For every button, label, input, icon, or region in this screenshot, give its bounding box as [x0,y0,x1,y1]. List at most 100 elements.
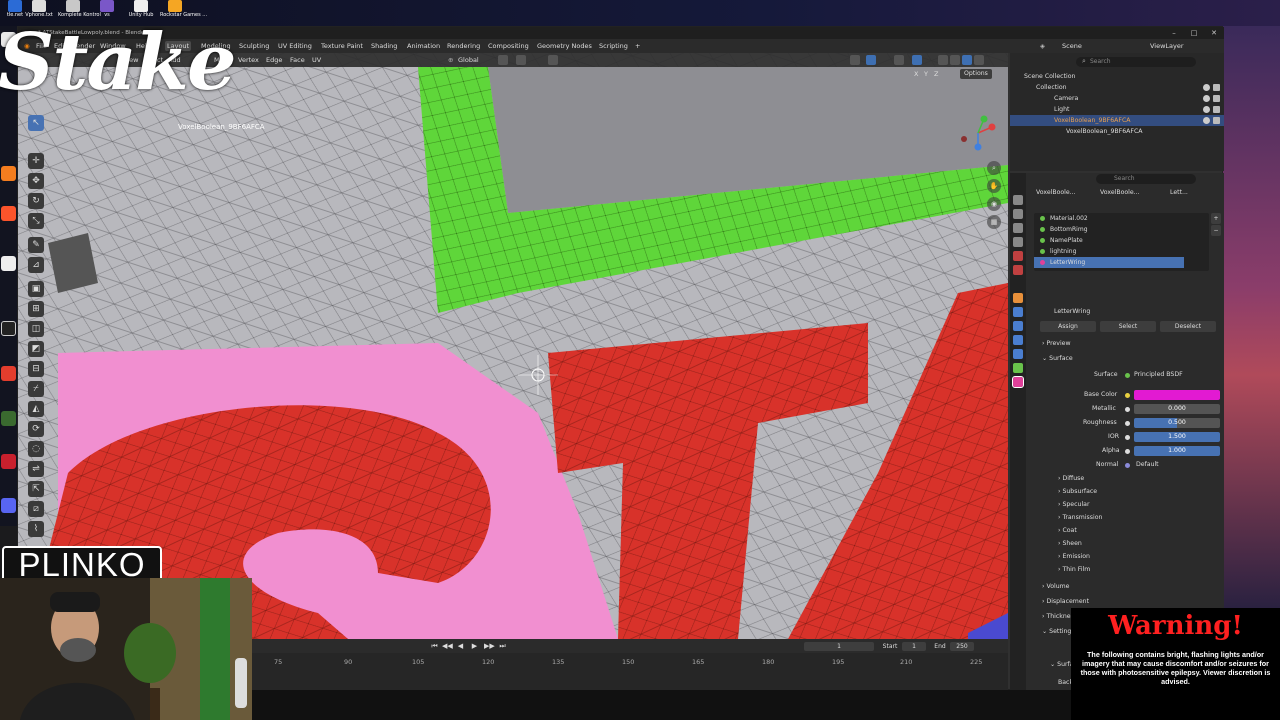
outliner-row-voxelboolean[interactable]: VoxelBoolean_9BF6AFCA [1010,115,1224,126]
edge-slide-tool-icon[interactable]: ⇌ [28,461,44,477]
tab-scripting[interactable]: Scripting [597,41,630,51]
properties-search[interactable]: Search [1096,174,1196,184]
material-slot[interactable]: lightning [1034,246,1184,257]
material-slot[interactable]: Material.002 [1034,213,1184,224]
brave-icon[interactable] [1,206,16,221]
panel-specular[interactable]: › Specular [1058,499,1090,511]
panel-emission[interactable]: › Emission [1058,551,1090,563]
document-icon[interactable] [1,256,16,271]
select-button[interactable]: Select [1100,321,1156,332]
pivot-icon[interactable] [498,55,508,65]
end-frame-field[interactable]: 250 [950,642,974,651]
visibility-icon[interactable] [850,55,860,65]
orientation-dropdown[interactable]: Global [458,55,479,65]
jump-start-icon[interactable]: ⏮ [430,642,439,651]
panel-thin-film[interactable]: › Thin Film [1058,564,1090,576]
tab-geometry-nodes[interactable]: Geometry Nodes [535,41,594,51]
surface-shader-field[interactable]: Principled BSDF [1134,369,1183,381]
rotate-tool-icon[interactable]: ↻ [28,193,44,209]
close-button[interactable]: ✕ [1204,27,1224,39]
preview-panel-header[interactable]: › Preview [1042,338,1071,350]
shading-solid-icon[interactable] [950,55,960,65]
shading-rendered-icon[interactable] [974,55,984,65]
select-tool-icon[interactable]: ↖ [28,115,44,131]
normal-field[interactable]: Default [1136,459,1159,471]
tab-shading[interactable]: Shading [369,41,399,51]
bevel-tool-icon[interactable]: ◩ [28,341,44,357]
panel-diffuse[interactable]: › Diffuse [1058,473,1084,485]
jump-end-icon[interactable]: ⏭ [498,642,507,651]
eye-icon[interactable] [1203,84,1210,91]
panel-subsurface[interactable]: › Subsurface [1058,486,1097,498]
view-layer-tab-icon[interactable] [1013,237,1023,247]
axis-x[interactable]: X [914,69,918,79]
eye-icon[interactable] [1203,106,1210,113]
scale-tool-icon[interactable]: ⤡ [28,213,44,229]
panel-settings[interactable]: ⌄ Settings [1042,626,1075,638]
tab-compositing[interactable]: Compositing [486,41,531,51]
tab-animation[interactable]: Animation [405,41,442,51]
roughness-field[interactable]: 0.500 [1134,418,1220,428]
material-slot-active[interactable]: LetterWring [1034,257,1184,268]
spin-tool-icon[interactable]: ⟳ [28,421,44,437]
alpha-field[interactable]: 1.000 [1134,446,1220,456]
outliner-row-scene-collection[interactable]: Scene Collection [1010,71,1224,82]
move-tool-icon[interactable]: ✥ [28,173,44,189]
axis-z[interactable]: Z [934,69,938,79]
outliner-row-camera[interactable]: Camera [1010,93,1224,104]
app-icon[interactable] [1,366,16,381]
tab-sculpting[interactable]: Sculpting [237,41,271,51]
menu-edge[interactable]: Edge [266,55,282,65]
snap-icon[interactable] [516,55,526,65]
maximize-button[interactable]: □ [1184,27,1204,39]
surface-panel-header[interactable]: ⌄ Surface [1042,353,1073,365]
zoom-icon[interactable]: ⌕ [987,161,1001,175]
object-tab-icon[interactable] [1013,293,1023,303]
add-workspace-button[interactable]: + [633,41,642,51]
pan-hand-icon[interactable]: ✋ [987,179,1001,193]
shrink-fatten-tool-icon[interactable]: ⇱ [28,481,44,497]
blender-icon[interactable] [1,166,16,181]
camera-view-icon[interactable]: ◉ [987,197,1001,211]
particles-tab-icon[interactable] [1013,321,1023,331]
panel-sheen[interactable]: › Sheen [1058,538,1082,550]
outliner-row-mesh-data[interactable]: VoxelBoolean_9BF6AFCA [1010,126,1224,137]
deselect-button[interactable]: Deselect [1160,321,1216,332]
shear-tool-icon[interactable]: ⧄ [28,501,44,517]
menu-uv[interactable]: UV [312,55,321,65]
world-tab-icon[interactable] [1013,265,1023,275]
app-icon[interactable] [1,454,16,469]
gizmo-toggle-icon[interactable] [866,55,876,65]
play-icon[interactable]: ▶ [470,642,479,651]
grid-view-icon[interactable]: ▦ [987,215,1001,229]
add-slot-button[interactable]: + [1211,213,1221,224]
camera-restrict-icon[interactable] [1213,106,1220,113]
3d-viewport[interactable]: VoxelBoolean_9BF6AFCA View Select Add Me… [18,53,1008,639]
overlay-toggle-icon[interactable] [894,55,904,65]
add-cube-tool-icon[interactable]: ▣ [28,281,44,297]
assign-button[interactable]: Assign [1040,321,1096,332]
shading-material-icon[interactable] [962,55,972,65]
smooth-tool-icon[interactable]: ◌ [28,441,44,457]
camera-restrict-icon[interactable] [1213,117,1220,124]
minimize-button[interactable]: – [1164,27,1184,39]
output-tab-icon[interactable] [1013,223,1023,233]
knife-tool-icon[interactable]: ⌿ [28,381,44,397]
view-layer-selector[interactable]: ViewLayer [1150,40,1184,52]
constraints-tab-icon[interactable] [1013,349,1023,359]
next-keyframe-icon[interactable]: ▶▶ [484,642,495,651]
inset-tool-icon[interactable]: ◫ [28,321,44,337]
measure-tool-icon[interactable]: ⊿ [28,257,44,273]
modifier-tab-icon[interactable] [1013,307,1023,317]
tab-uv-editing[interactable]: UV Editing [276,41,314,51]
eye-icon[interactable] [1203,95,1210,102]
extrude-tool-icon[interactable]: ⊞ [28,301,44,317]
shading-wireframe-icon[interactable] [938,55,948,65]
tool-tab-icon[interactable] [1013,195,1023,205]
menu-face[interactable]: Face [290,55,305,65]
annotate-tool-icon[interactable]: ✎ [28,237,44,253]
ior-field[interactable]: 1.500 [1134,432,1220,442]
camera-restrict-icon[interactable] [1213,84,1220,91]
tab-texture-paint[interactable]: Texture Paint [319,41,365,51]
material-tab-icon[interactable] [1012,376,1024,388]
